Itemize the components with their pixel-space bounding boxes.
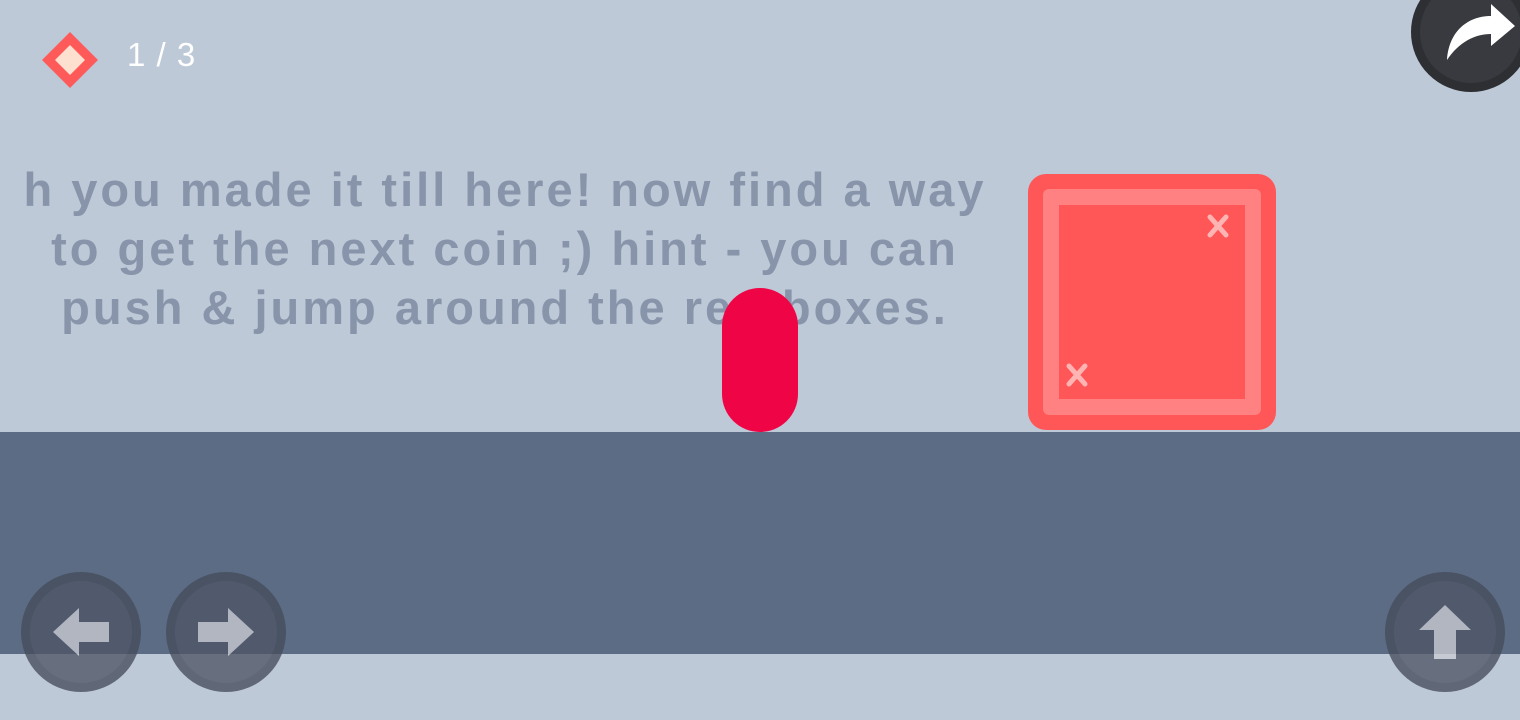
- red-pushable-box: [1028, 174, 1276, 430]
- skip-level-button[interactable]: [1411, 0, 1520, 92]
- player-character: [722, 288, 798, 432]
- move-left-button[interactable]: [21, 572, 141, 692]
- move-right-button[interactable]: [166, 572, 286, 692]
- arrow-up-icon: [1419, 605, 1471, 659]
- diamond-coin-icon: [40, 30, 100, 90]
- redo-arrow-icon: [1447, 4, 1515, 60]
- arrow-left-icon: [53, 608, 109, 656]
- jump-button[interactable]: [1385, 572, 1505, 692]
- coin-counter: 1 / 3: [127, 36, 197, 73]
- tutorial-hint-text: h you made it till here! now find a way …: [23, 163, 987, 334]
- arrow-right-icon: [198, 608, 254, 656]
